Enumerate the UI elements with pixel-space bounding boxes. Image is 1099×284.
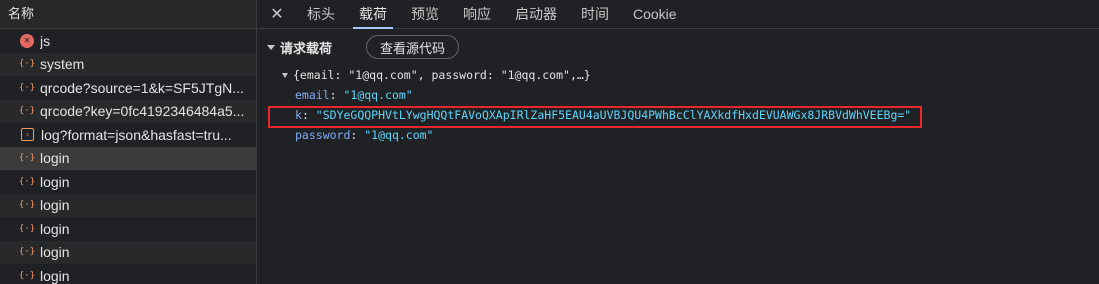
request-row[interactable]: {·} login <box>0 217 256 241</box>
request-name: log?format=json&hasfast=tru... <box>41 126 232 143</box>
request-row[interactable]: {·} qrcode?source=1&k=SF5JTgN... <box>0 76 256 100</box>
request-row[interactable]: {·} login <box>0 240 256 264</box>
tab-preview[interactable]: 预览 <box>399 0 451 28</box>
request-row[interactable]: › log?format=json&hasfast=tru... <box>0 123 256 147</box>
request-name: qrcode?key=0fc4192346484a5... <box>40 103 245 120</box>
request-name: login <box>40 197 70 214</box>
request-name: login <box>40 244 70 261</box>
tab-response[interactable]: 响应 <box>451 0 503 28</box>
request-name: login <box>40 173 70 190</box>
xhr-icon: {·} <box>18 59 36 70</box>
xhr-icon: {·} <box>18 270 36 281</box>
details-tabbar: ✕ 标头 载荷 预览 响应 启动器 时间 Cookie <box>257 0 1099 29</box>
payload-tree-root[interactable]: {email: "1@qq.com", password: "1@qq.com"… <box>257 65 1099 85</box>
tab-cookies[interactable]: Cookie <box>621 0 689 28</box>
xhr-icon: {·} <box>18 176 36 187</box>
field-value: "SDYeGQQPHVtLYwgHQQtFAVoQXApIRlZaHF5EAU4… <box>315 108 912 122</box>
request-row[interactable]: {·} system <box>0 52 256 76</box>
request-name: system <box>40 56 85 73</box>
xhr-icon: {·} <box>18 106 36 117</box>
close-icon[interactable]: ✕ <box>267 0 287 28</box>
request-list-panel: 名称 ✕ js {·} system {·} qrcode?source=1&k=SF5J… <box>0 0 257 284</box>
field-key: k <box>295 108 302 122</box>
name-column-header[interactable]: 名称 <box>0 0 256 29</box>
xhr-icon: {·} <box>18 200 36 211</box>
request-name: login <box>40 267 70 284</box>
xhr-icon: {·} <box>18 247 36 258</box>
error-icon: ✕ <box>20 33 34 48</box>
section-title: 请求载荷 <box>280 40 333 56</box>
request-name: js <box>40 32 51 49</box>
view-source-button[interactable]: 查看源代码 <box>366 35 460 59</box>
request-row[interactable]: {·} login <box>0 193 256 217</box>
request-row[interactable]: {·} qrcode?key=0fc4192346484a5... <box>0 99 256 123</box>
expand-triangle-icon[interactable] <box>282 72 288 78</box>
expand-triangle-icon[interactable] <box>267 44 275 50</box>
field-key: email <box>295 88 330 102</box>
field-value: "1@qq.com" <box>364 128 434 142</box>
request-list: ✕ js {·} system {·} qrcode?source=1&k=SF5JTgN… <box>0 29 256 284</box>
field-value: "1@qq.com" <box>343 88 413 102</box>
doc-icon: › <box>21 128 34 142</box>
request-row[interactable]: {·} login <box>0 146 256 170</box>
xhr-icon: {·} <box>18 153 36 164</box>
request-name: login <box>40 220 70 237</box>
tab-initiator[interactable]: 启动器 <box>503 0 569 28</box>
xhr-icon: {·} <box>18 82 36 93</box>
payload-field-password[interactable]: password: "1@qq.com" <box>257 125 1099 145</box>
request-row[interactable]: ✕ js <box>0 29 256 53</box>
payload-field-k[interactable]: k: "SDYeGQQPHVtLYwgHQQtFAVoQXApIRlZaHF5E… <box>257 105 1099 125</box>
tab-timing[interactable]: 时间 <box>569 0 621 28</box>
field-key: password <box>295 128 351 142</box>
payload-summary: {email: "1@qq.com", password: "1@qq.com"… <box>293 68 591 82</box>
tab-payload[interactable]: 载荷 <box>347 0 399 29</box>
request-row[interactable]: {·} login <box>0 170 256 194</box>
payload-field-email[interactable]: email: "1@qq.com" <box>257 85 1099 105</box>
payload-tree: {email: "1@qq.com", password: "1@qq.com"… <box>257 65 1099 145</box>
tab-headers[interactable]: 标头 <box>295 0 347 28</box>
request-name: qrcode?source=1&k=SF5JTgN... <box>40 79 244 96</box>
details-panel: ✕ 标头 载荷 预览 响应 启动器 时间 Cookie 请求载荷 查看源代码 {… <box>257 0 1099 284</box>
request-row[interactable]: {·} login <box>0 264 256 284</box>
request-payload-header[interactable]: 请求载荷 查看源代码 <box>257 29 1099 65</box>
xhr-icon: {·} <box>18 223 36 234</box>
request-name: login <box>40 150 70 167</box>
